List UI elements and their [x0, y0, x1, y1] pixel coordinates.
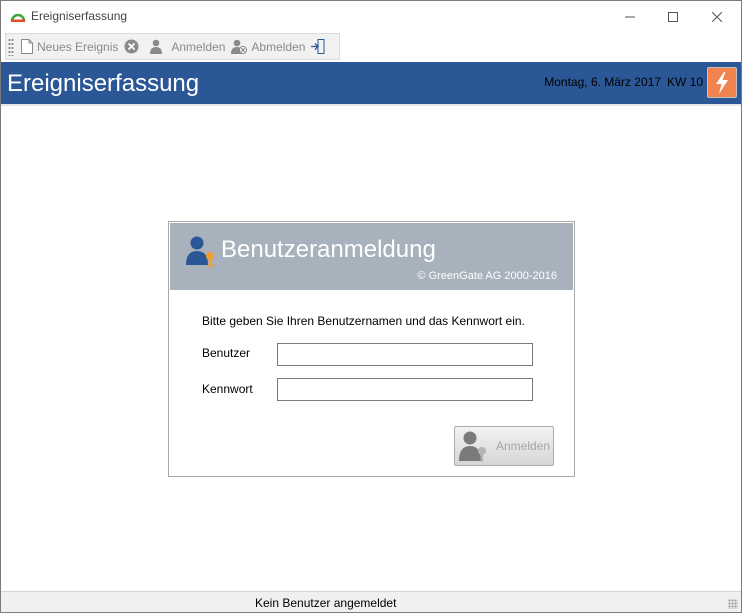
- copyright-text: © GreenGate AG 2000-2016: [417, 270, 557, 282]
- current-date: Montag, 6. März 2017: [544, 75, 661, 89]
- maximize-icon: [668, 11, 678, 22]
- quick-action-button[interactable]: [707, 67, 737, 98]
- user-logout-icon: [231, 39, 248, 54]
- maximize-button[interactable]: [650, 1, 696, 32]
- new-event-button[interactable]: Neues Ereignis: [18, 35, 121, 59]
- password-input[interactable]: [277, 378, 533, 401]
- login-dialog: Benutzeranmeldung © GreenGate AG 2000-20…: [168, 221, 575, 477]
- app-logo-icon: [10, 13, 26, 22]
- user-login-icon: [150, 39, 163, 54]
- username-label: Benutzer: [202, 346, 251, 360]
- logout-toolbar-label: Abmelden: [251, 39, 306, 54]
- calendar-week: KW 10: [666, 75, 703, 89]
- header-date-info: Montag, 6. März 2017 KW 10: [544, 75, 703, 89]
- exit-button[interactable]: [308, 35, 332, 59]
- cancel-circle-icon: [124, 39, 139, 54]
- title-bar[interactable]: Ereigniserfassung: [1, 1, 741, 32]
- header-title: Ereigniserfassung: [7, 70, 200, 97]
- login-button-label: Anmelden: [496, 439, 551, 453]
- app-window: Ereigniserfassung Neues Ereignis Anmelde…: [0, 0, 742, 613]
- password-label: Kennwort: [202, 382, 253, 396]
- close-icon: [712, 11, 722, 22]
- toolbar-grip[interactable]: [8, 37, 14, 56]
- new-event-label: Neues Ereignis: [37, 39, 119, 54]
- exit-door-icon: [311, 39, 325, 54]
- status-bar: Kein Benutzer angemeldet: [1, 591, 741, 612]
- user-login-icon: [459, 431, 486, 462]
- lightning-bolt-icon: [716, 71, 728, 94]
- close-button[interactable]: [694, 1, 740, 32]
- header-divider: [1, 104, 741, 106]
- logout-toolbar-button[interactable]: Abmelden: [228, 35, 308, 59]
- login-toolbar-button[interactable]: Anmelden: [146, 35, 228, 59]
- user-key-icon: [186, 236, 214, 268]
- status-text: Kein Benutzer angemeldet: [255, 596, 397, 610]
- login-dialog-header: Benutzeranmeldung © GreenGate AG 2000-20…: [170, 223, 573, 290]
- login-instruction: Bitte geben Sie Ihren Benutzernamen und …: [202, 314, 525, 328]
- minimize-button[interactable]: [607, 1, 653, 32]
- toolbar: Neues Ereignis Anmelden Abmelden: [5, 33, 340, 60]
- app-header: Ereigniserfassung Montag, 6. März 2017 KW…: [1, 62, 741, 104]
- resize-grip-icon[interactable]: [728, 599, 738, 609]
- window-title: Ereigniserfassung: [31, 9, 128, 23]
- cancel-button[interactable]: [121, 35, 146, 59]
- login-dialog-title: Benutzeranmeldung: [221, 236, 436, 263]
- login-toolbar-label: Anmelden: [171, 39, 226, 54]
- minimize-icon: [625, 16, 635, 17]
- login-button[interactable]: Anmelden: [454, 426, 554, 466]
- username-input[interactable]: [277, 343, 533, 366]
- new-document-icon: [21, 39, 33, 54]
